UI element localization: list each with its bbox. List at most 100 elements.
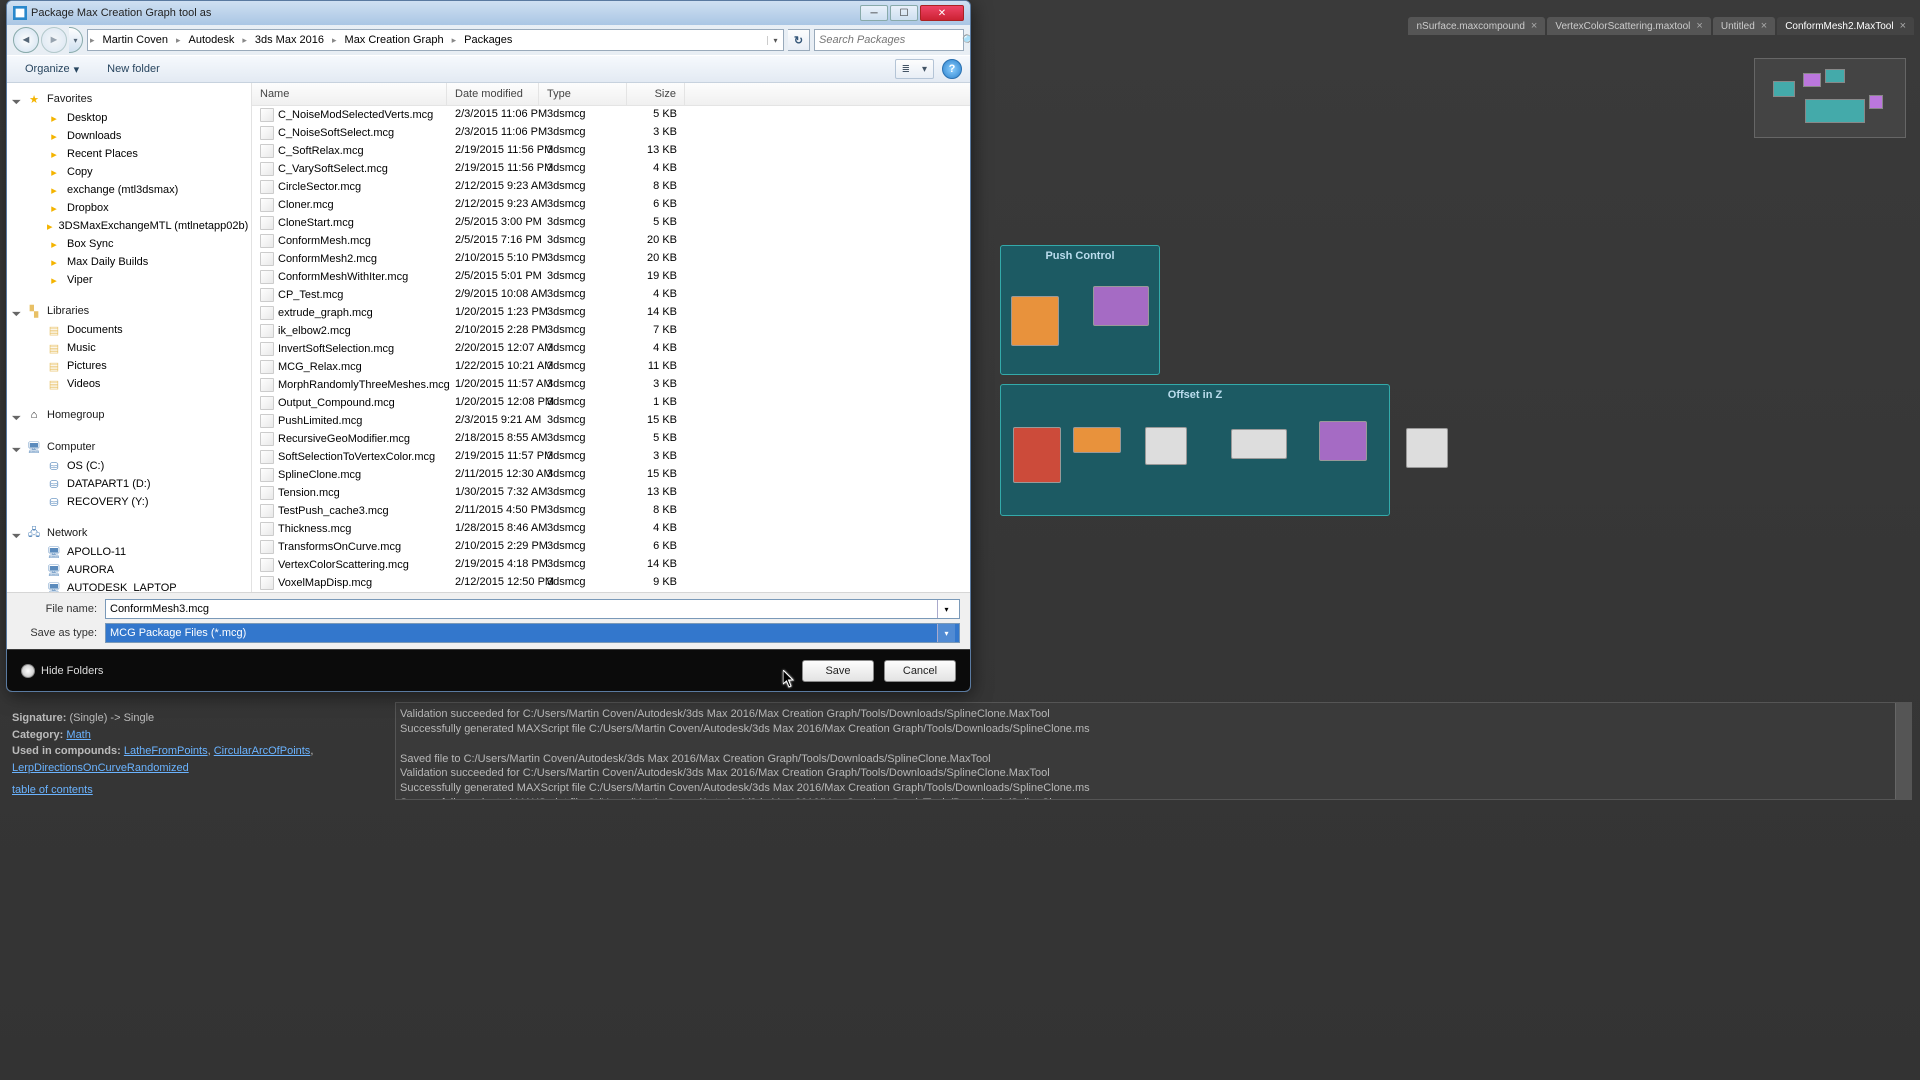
close-tab-icon[interactable]: ×	[1900, 20, 1906, 32]
breadcrumb-dropdown[interactable]: ▾	[767, 36, 783, 45]
file-list[interactable]: Name Date modified Type Size C_NoiseModS…	[252, 83, 970, 592]
file-row[interactable]: ik_elbow2.mcg 2/10/2015 2:28 PM 3dsmcg 7…	[252, 322, 970, 340]
titlebar[interactable]: Package Max Creation Graph tool as ─ ☐ ✕	[7, 1, 970, 25]
file-row[interactable]: Output_Compound.mcg 1/20/2015 12:08 PM 3…	[252, 394, 970, 412]
col-type[interactable]: Type	[539, 83, 627, 105]
filename-input[interactable]: ConformMesh3.mcg▾	[105, 599, 960, 619]
history-dropdown[interactable]: ▾	[69, 27, 83, 53]
file-row[interactable]: SoftSelectionToVertexColor.mcg 2/19/2015…	[252, 448, 970, 466]
file-row[interactable]: PushLimited.mcg 2/3/2015 9:21 AM 3dsmcg …	[252, 412, 970, 430]
cancel-button[interactable]: Cancel	[884, 660, 956, 682]
file-row[interactable]: VertexColorScattering.mcg 2/19/2015 4:18…	[252, 556, 970, 574]
file-row[interactable]: CircleSector.mcg 2/12/2015 9:23 AM 3dsmc…	[252, 178, 970, 196]
editor-tab[interactable]: nSurface.maxcompound×	[1408, 17, 1545, 35]
editor-tab[interactable]: ConformMesh2.MaxTool×	[1777, 17, 1914, 35]
file-row[interactable]: InvertSoftSelection.mcg 2/20/2015 12:07 …	[252, 340, 970, 358]
tree-item[interactable]: ▸exchange (mtl3dsmax)	[7, 181, 251, 199]
organize-button[interactable]: Organize ▾	[15, 59, 89, 80]
filetype-select[interactable]: MCG Package Files (*.mcg)▾	[105, 623, 960, 643]
graph-minimap[interactable]	[1754, 58, 1906, 138]
tree-item[interactable]: ▸Recent Places	[7, 145, 251, 163]
tree-item[interactable]: ⛁DATAPART1 (D:)	[7, 475, 251, 493]
graph-group-push[interactable]: Push Control	[1000, 245, 1160, 375]
file-row[interactable]: RecursiveGeoModifier.mcg 2/18/2015 8:55 …	[252, 430, 970, 448]
file-row[interactable]: VoxelMapDisp.mcg 2/12/2015 12:50 PM 3dsm…	[252, 574, 970, 592]
log-scrollbar[interactable]	[1895, 703, 1911, 799]
tree-item[interactable]: 🖥AURORA	[7, 561, 251, 579]
column-headers[interactable]: Name Date modified Type Size	[252, 83, 970, 106]
file-row[interactable]: CP_Test.mcg 2/9/2015 10:08 AM 3dsmcg 4 K…	[252, 286, 970, 304]
refresh-button[interactable]: ↻	[788, 29, 810, 51]
breadcrumb-segment[interactable]: Max Creation Graph	[339, 30, 450, 50]
file-row[interactable]: extrude_graph.mcg 1/20/2015 1:23 PM 3dsm…	[252, 304, 970, 322]
tree-item[interactable]: ▤Documents	[7, 321, 251, 339]
tree-item[interactable]: ▸Downloads	[7, 127, 251, 145]
tree-item[interactable]: ▸Viper	[7, 271, 251, 289]
file-row[interactable]: C_VarySoftSelect.mcg 2/19/2015 11:56 PM …	[252, 160, 970, 178]
file-row[interactable]: C_NoiseModSelectedVerts.mcg 2/3/2015 11:…	[252, 106, 970, 124]
tree-item[interactable]: ▸Dropbox	[7, 199, 251, 217]
editor-tab[interactable]: Untitled×	[1713, 17, 1775, 35]
tree-group[interactable]: ★Favorites	[7, 89, 251, 109]
col-size[interactable]: Size	[627, 83, 685, 105]
filename-history-dropdown[interactable]: ▾	[937, 600, 955, 618]
file-row[interactable]: MCG_Relax.mcg 1/22/2015 10:21 AM 3dsmcg …	[252, 358, 970, 376]
graph-group-offset[interactable]: Offset in Z	[1000, 384, 1390, 516]
file-row[interactable]: MorphRandomlyThreeMeshes.mcg 1/20/2015 1…	[252, 376, 970, 394]
tree-item[interactable]: 🖥APOLLO-11	[7, 543, 251, 561]
tree-group[interactable]: ⌂Homegroup	[7, 405, 251, 425]
category-link[interactable]: Math	[66, 729, 90, 741]
filetype-dropdown[interactable]: ▾	[937, 624, 955, 642]
breadcrumb-segment[interactable]: Martin Coven	[97, 30, 174, 50]
tree-group[interactable]: ▚Libraries	[7, 301, 251, 321]
maximize-button[interactable]: ☐	[890, 5, 918, 21]
tree-item[interactable]: ▤Videos	[7, 375, 251, 393]
search-box[interactable]: 🔍	[814, 29, 964, 51]
back-button[interactable]: ◄	[13, 27, 39, 53]
tree-item[interactable]: ▸Max Daily Builds	[7, 253, 251, 271]
col-date[interactable]: Date modified	[447, 83, 539, 105]
tree-item[interactable]: ▤Pictures	[7, 357, 251, 375]
tree-group[interactable]: 🖥Computer	[7, 437, 251, 457]
file-row[interactable]: TestPush_cache3.mcg 2/11/2015 4:50 PM 3d…	[252, 502, 970, 520]
tree-item[interactable]: ▸Box Sync	[7, 235, 251, 253]
file-row[interactable]: Cloner.mcg 2/12/2015 9:23 AM 3dsmcg 6 KB	[252, 196, 970, 214]
close-tab-icon[interactable]: ×	[1531, 20, 1537, 32]
output-log[interactable]: Validation succeeded for C:/Users/Martin…	[395, 702, 1912, 800]
file-row[interactable]: Thickness.mcg 1/28/2015 8:46 AM 3dsmcg 4…	[252, 520, 970, 538]
close-tab-icon[interactable]: ×	[1761, 20, 1767, 32]
close-button[interactable]: ✕	[920, 5, 964, 21]
tree-item[interactable]: ⛁OS (C:)	[7, 457, 251, 475]
file-row[interactable]: C_SoftRelax.mcg 2/19/2015 11:56 PM 3dsmc…	[252, 142, 970, 160]
save-button[interactable]: Save	[802, 660, 874, 682]
nav-tree[interactable]: ★Favorites▸Desktop▸Downloads▸Recent Plac…	[7, 83, 252, 592]
tree-item[interactable]: ▤Music	[7, 339, 251, 357]
tree-item[interactable]: ▸Copy	[7, 163, 251, 181]
breadcrumb-segment[interactable]: Packages	[458, 30, 518, 50]
file-row[interactable]: CloneStart.mcg 2/5/2015 3:00 PM 3dsmcg 5…	[252, 214, 970, 232]
breadcrumb-bar[interactable]: ▸Martin Coven▸Autodesk▸3ds Max 2016▸Max …	[87, 29, 784, 51]
breadcrumb-segment[interactable]: Autodesk	[182, 30, 240, 50]
file-row[interactable]: Tension.mcg 1/30/2015 7:32 AM 3dsmcg 13 …	[252, 484, 970, 502]
search-input[interactable]	[819, 34, 962, 46]
compound-link[interactable]: LatheFromPoints	[124, 745, 208, 757]
editor-tab[interactable]: VertexColorScattering.maxtool×	[1547, 17, 1711, 35]
file-row[interactable]: ConformMesh.mcg 2/5/2015 7:16 PM 3dsmcg …	[252, 232, 970, 250]
file-row[interactable]: ConformMesh2.mcg 2/10/2015 5:10 PM 3dsmc…	[252, 250, 970, 268]
new-folder-button[interactable]: New folder	[97, 59, 170, 79]
file-row[interactable]: ConformMeshWithIter.mcg 2/5/2015 5:01 PM…	[252, 268, 970, 286]
help-button[interactable]: ?	[942, 59, 962, 79]
breadcrumb-segment[interactable]: 3ds Max 2016	[249, 30, 330, 50]
close-tab-icon[interactable]: ×	[1696, 20, 1702, 32]
tree-group[interactable]: 🖧Network	[7, 523, 251, 543]
toc-link[interactable]: table of contents	[12, 784, 93, 796]
tree-item[interactable]: ▸3DSMaxExchangeMTL (mtlnetapp02b)	[7, 217, 251, 235]
col-name[interactable]: Name	[252, 83, 447, 105]
compound-link[interactable]: LerpDirectionsOnCurveRandomized	[12, 762, 189, 774]
minimize-button[interactable]: ─	[860, 5, 888, 21]
compound-link[interactable]: CircularArcOfPoints	[214, 745, 311, 757]
tree-item[interactable]: ⛁RECOVERY (Y:)	[7, 493, 251, 511]
tree-item[interactable]: ▸Desktop	[7, 109, 251, 127]
forward-button[interactable]: ►	[41, 27, 67, 53]
file-row[interactable]: SplineClone.mcg 2/11/2015 12:30 AM 3dsmc…	[252, 466, 970, 484]
